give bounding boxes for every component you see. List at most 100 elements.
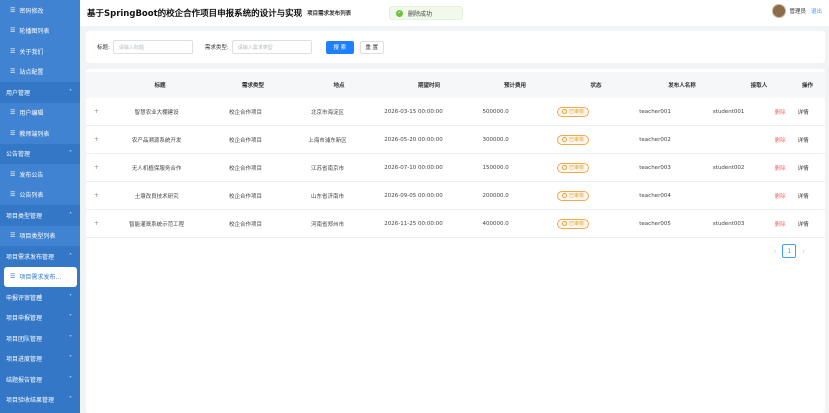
user-name: 管理员 bbox=[789, 9, 806, 15]
sidebar-item[interactable]: 用户管理 ˄ bbox=[0, 82, 80, 103]
status-cell: 已审核 bbox=[535, 162, 611, 173]
sidebar-item[interactable]: 公告管理 ˄ bbox=[0, 143, 80, 164]
logout-link[interactable]: 退出 bbox=[811, 7, 822, 15]
cell-publisher: teacher004 bbox=[639, 192, 671, 199]
delete-button[interactable]: 删除 bbox=[775, 138, 786, 144]
chevron-down-icon[interactable]: ˅ bbox=[69, 355, 72, 362]
sidebar-item-label: 用户编辑 bbox=[19, 110, 44, 118]
sidebar-item-label: 发布公告 bbox=[19, 171, 44, 179]
cell-cost: 500000.0 bbox=[482, 108, 509, 115]
expand-toggle[interactable]: + bbox=[86, 108, 107, 115]
cell-type: 校企合作项目 bbox=[228, 137, 262, 144]
cell-title: 无人机植保服务合作 bbox=[131, 165, 182, 172]
delete-button[interactable]: 删除 bbox=[775, 222, 786, 228]
sidebar-item-label: 项目团队管理 bbox=[6, 335, 43, 343]
sidebar-item[interactable]: ☰ 用户编辑 bbox=[0, 102, 80, 123]
cell-title: 智能灌溉系统示范工程 bbox=[129, 221, 185, 228]
chevron-down-icon[interactable]: ˅ bbox=[69, 335, 72, 342]
chevron-down-icon[interactable]: ˅ bbox=[69, 314, 72, 321]
actions-cell: 删除 详情 bbox=[758, 220, 825, 228]
prev-page-button[interactable]: ‹ bbox=[774, 248, 776, 255]
chevron-up-icon[interactable]: ˄ bbox=[69, 212, 72, 219]
status-badge: 已审核 bbox=[556, 162, 589, 173]
cell-taker: student003 bbox=[712, 220, 745, 227]
title-search-input[interactable]: 请输入标题 bbox=[112, 40, 193, 54]
sidebar-item[interactable]: ☰ 公告列表 bbox=[0, 184, 80, 205]
expand-toggle[interactable]: + bbox=[86, 164, 107, 171]
sidebar-item[interactable]: 项目团队管理 ˅ bbox=[0, 328, 80, 349]
detail-button[interactable]: 详情 bbox=[798, 166, 809, 172]
cell-time: 2026-03-15 00:00:00 bbox=[384, 108, 443, 115]
toast-message: 删除成功 bbox=[408, 10, 433, 18]
sidebar-item[interactable]: ☰ 站点配置 bbox=[0, 61, 80, 82]
column-header: 需求类型 bbox=[241, 83, 264, 89]
avatar[interactable] bbox=[772, 4, 787, 18]
chevron-up-icon[interactable]: ˄ bbox=[69, 89, 72, 96]
sidebar-item[interactable]: 结题报告管理 ˅ bbox=[0, 369, 80, 390]
sidebar-item[interactable]: ☰ 轮播图列表 bbox=[0, 20, 80, 41]
cell-type: 校企合作项目 bbox=[228, 221, 262, 228]
sidebar-item-label: 项目类型管理 bbox=[6, 212, 43, 220]
clock-icon bbox=[561, 165, 567, 170]
status-badge: 已审核 bbox=[556, 106, 589, 117]
column-header: 接取人 bbox=[750, 83, 768, 89]
sidebar-item[interactable]: 项目进度管理 ˅ bbox=[0, 348, 80, 369]
sidebar-item[interactable]: 项目需求发布管理 ˄ bbox=[0, 246, 80, 267]
delete-button[interactable]: 删除 bbox=[775, 194, 786, 200]
menu-icon: ☰ bbox=[10, 6, 16, 14]
table-row: + 无人机植保服务合作 校企合作项目 江苏省南京市 2026-07-10 00:00:0… bbox=[86, 154, 825, 182]
sidebar-item[interactable]: ☰ 项目类型列表 bbox=[0, 225, 80, 246]
sidebar-item-label: 公告管理 bbox=[6, 151, 31, 159]
sidebar-item[interactable]: 项目申报管理 ˅ bbox=[0, 307, 80, 328]
status-badge: 已审核 bbox=[556, 134, 589, 145]
search-bar: 标题: 请输入标题 需求类型: 请输入需求类型 搜 索 重 置 bbox=[86, 31, 825, 63]
cell-place: 江苏省南京市 bbox=[311, 165, 345, 172]
cell-cost: 300000.0 bbox=[482, 136, 509, 143]
chevron-down-icon[interactable]: ˅ bbox=[69, 376, 72, 383]
menu-icon: ☰ bbox=[10, 68, 16, 76]
chevron-up-icon[interactable]: ˄ bbox=[69, 253, 72, 260]
next-page-button[interactable]: › bbox=[802, 248, 804, 255]
pagination: ‹ 1 › bbox=[774, 244, 805, 258]
reset-button[interactable]: 重 置 bbox=[359, 40, 384, 54]
cell-taker: student001 bbox=[712, 108, 745, 115]
delete-button[interactable]: 删除 bbox=[775, 110, 786, 116]
user-area: 管理员 退出 bbox=[772, 4, 822, 18]
sidebar-item[interactable]: ☰ 项目需求发布... bbox=[4, 266, 77, 287]
cell-time: 2026-07-10 00:00:00 bbox=[384, 164, 443, 171]
type-search-input[interactable]: 请输入需求类型 bbox=[231, 40, 312, 54]
chevron-down-icon[interactable]: ˅ bbox=[69, 294, 72, 301]
cell-title: 土壤改良技术研究 bbox=[134, 193, 179, 200]
table-row: + 智慧农业大棚建设 校企合作项目 北京市海淀区 2026-03-15 00:00:00… bbox=[86, 98, 825, 126]
sidebar-item[interactable]: ☰ 密码修改 bbox=[0, 0, 80, 21]
detail-button[interactable]: 详情 bbox=[798, 222, 809, 228]
table-header: 标题 需求类型 地点 期望时间 预计费用 状态 发布人名称 接取人 操作 bbox=[86, 72, 825, 98]
detail-button[interactable]: 详情 bbox=[798, 110, 809, 116]
sidebar-item[interactable]: ☰ 关于我们 bbox=[0, 41, 80, 62]
sidebar-item[interactable]: ☰ 教师端列表 bbox=[0, 123, 80, 144]
column-header: 操作 bbox=[801, 83, 813, 89]
sidebar-item-label: 用户管理 bbox=[6, 89, 31, 97]
detail-button[interactable]: 详情 bbox=[798, 194, 809, 200]
type-label: 需求类型: bbox=[204, 45, 229, 51]
chevron-up-icon[interactable]: ˄ bbox=[69, 150, 72, 157]
page-number-button[interactable]: 1 bbox=[782, 244, 797, 258]
status-cell: 已审核 bbox=[535, 218, 611, 229]
sidebar-item[interactable]: 项目类型管理 ˄ bbox=[0, 205, 80, 226]
search-button[interactable]: 搜 索 bbox=[325, 40, 354, 54]
sidebar-item[interactable]: ☰ 发布公告 bbox=[0, 164, 80, 185]
actions-cell: 删除 详情 bbox=[758, 164, 825, 172]
menu-icon: ☰ bbox=[10, 129, 16, 137]
expand-toggle[interactable]: + bbox=[86, 192, 107, 199]
detail-button[interactable]: 详情 bbox=[798, 138, 809, 144]
sidebar-item-label: 项目进度管理 bbox=[6, 356, 43, 364]
sidebar-item[interactable]: 项目验收结果管理 ˅ bbox=[0, 389, 80, 410]
menu-icon: ☰ bbox=[10, 273, 16, 281]
app-title: 基于SpringBoot的校企合作项目申报系统的设计与实现 bbox=[87, 9, 303, 19]
cell-title: 智慧农业大棚建设 bbox=[134, 109, 179, 116]
delete-button[interactable]: 删除 bbox=[775, 166, 786, 172]
expand-toggle[interactable]: + bbox=[86, 136, 107, 143]
chevron-down-icon[interactable]: ˅ bbox=[69, 396, 72, 403]
expand-toggle[interactable]: + bbox=[86, 220, 107, 227]
sidebar-item-label: 项目类型列表 bbox=[19, 233, 56, 241]
